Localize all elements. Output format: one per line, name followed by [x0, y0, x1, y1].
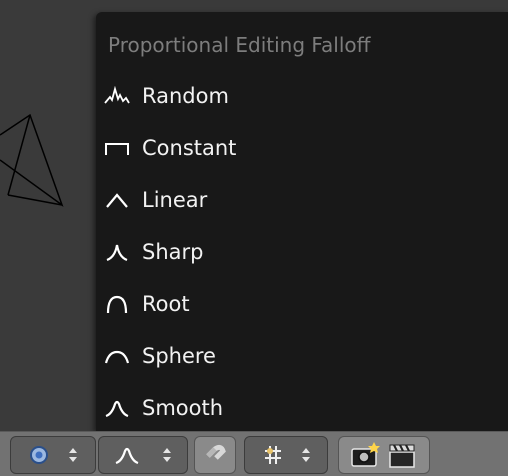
3d-view-header	[0, 431, 508, 476]
random-falloff-icon	[102, 83, 132, 109]
snap-toggle[interactable]	[194, 436, 236, 474]
chevron-updown-icon	[69, 448, 77, 462]
menu-item-label: Sharp	[142, 240, 204, 264]
root-falloff-icon	[102, 291, 132, 317]
menu-item-label: Sphere	[142, 344, 216, 368]
render-buttons	[338, 436, 430, 474]
menu-item-sphere[interactable]: Sphere	[96, 332, 508, 380]
pivot-point-icon	[30, 446, 48, 464]
menu-item-linear[interactable]: Linear	[96, 176, 508, 224]
pivot-point-dropdown[interactable]	[10, 436, 96, 474]
menu-item-label: Constant	[142, 136, 237, 160]
menu-item-sharp[interactable]: Sharp	[96, 228, 508, 276]
menu-item-constant[interactable]: Constant	[96, 124, 508, 172]
smooth-falloff-icon	[102, 395, 132, 421]
linear-falloff-icon	[102, 187, 132, 213]
menu-item-label: Random	[142, 84, 229, 108]
clapperboard-icon[interactable]	[387, 441, 419, 469]
magnet-icon	[206, 444, 226, 460]
chevron-updown-icon	[163, 448, 171, 462]
chevron-updown-icon	[302, 448, 310, 462]
sharp-falloff-icon	[102, 239, 132, 265]
falloff-dropdown[interactable]	[98, 436, 188, 474]
menu-item-label: Root	[142, 292, 190, 316]
smooth-falloff-icon	[115, 447, 139, 465]
menu-item-label: Linear	[142, 188, 208, 212]
menu-item-random[interactable]: Random	[96, 72, 508, 120]
camera-render-icon[interactable]	[349, 441, 381, 469]
object-wireframe	[0, 113, 64, 208]
menu-item-smooth[interactable]: Smooth	[96, 384, 508, 432]
constant-falloff-icon	[102, 135, 132, 161]
menu-title: Proportional Editing Falloff	[108, 33, 371, 57]
sphere-falloff-icon	[102, 343, 132, 369]
menu-item-label: Smooth	[142, 396, 224, 420]
menu-item-root[interactable]: Root	[96, 280, 508, 328]
snap-element-dropdown[interactable]	[244, 436, 328, 474]
proportional-falloff-menu: Proportional Editing Falloff Random Cons…	[96, 12, 508, 431]
snap-increment-icon	[265, 446, 281, 464]
